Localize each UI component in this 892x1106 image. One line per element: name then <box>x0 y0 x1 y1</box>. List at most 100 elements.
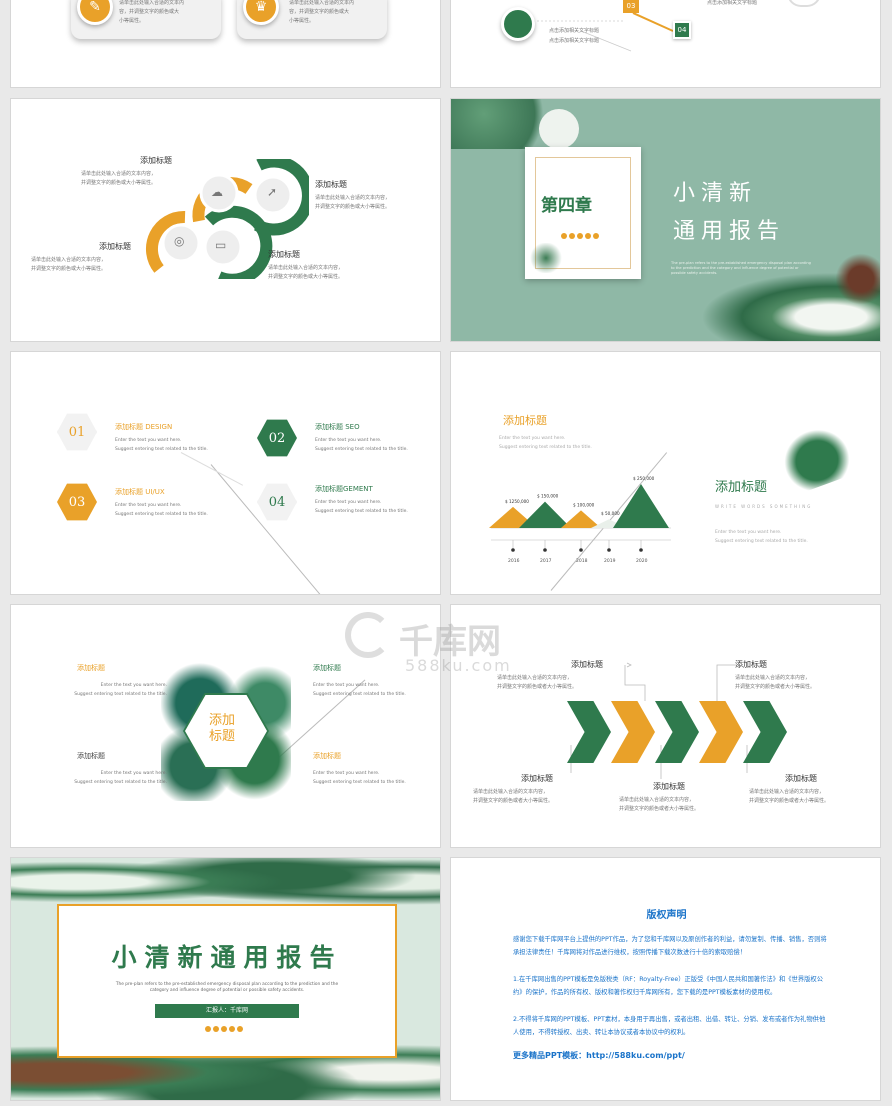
chart-peak-2018 <box>561 510 601 528</box>
slide-4[interactable]: 第四章 小清新 通用报告 The pre-plan refers to the … <box>450 98 881 342</box>
block-title: 添加标题 <box>77 664 105 672</box>
slide-3[interactable]: ☁ ➚ ◎ ▭ 添加标题 请单击此处输入合适的文本内容， 并调整文字的颜色或大小… <box>10 98 441 342</box>
step-block-1: 添加标题 请单击此处输入合适的文本内容， 并调整文字的颜色或者大小等属性。 <box>497 659 637 692</box>
slide-8[interactable]: 添加标题 请单击此处输入合适的文本内容， 并调整文字的颜色或者大小等属性。 添加… <box>450 604 881 848</box>
mountain-chart: $ 1250,000 2016 $ 150,000 2017 $ 100,000 2018… <box>489 476 671 562</box>
step-title: 添加标题 <box>653 782 685 791</box>
text-line: Enter the text you want here. <box>499 436 566 441</box>
main-title-line2: 通用报告 <box>673 219 786 244</box>
right-subtitle: WRITE WORDS SOMETHING <box>715 504 813 509</box>
copyright-p1: 感谢您下载千库网平台上提供的PPT作品，为了您和千库网以及原创作者的利益，请勿复… <box>513 936 827 956</box>
item-line: Enter the text you want here. <box>115 503 182 508</box>
left-text: Enter the text you want here. Suggest en… <box>499 434 592 452</box>
block-line: Suggest entering text related to the tit… <box>74 692 167 697</box>
ring-partial <box>787 0 821 7</box>
block-title: 添加标题 <box>268 250 300 259</box>
subtitle-line: category and influence degree of potenti… <box>149 988 305 993</box>
block-1: 添加标题 Enter the text you want here. Sugge… <box>47 663 167 699</box>
year-marker <box>607 548 611 552</box>
step-line: 并调整文字的颜色或者大小等属性。 <box>473 798 554 804</box>
year-marker <box>579 548 583 552</box>
block-line: Suggest entering text related to the tit… <box>313 780 406 785</box>
caption-2: 点击添加相关文字标题 <box>549 38 600 44</box>
block-line: Suggest entering text related to the tit… <box>313 692 406 697</box>
block-title: 添加标题 <box>140 156 172 165</box>
dot <box>213 1026 219 1032</box>
text-line: Suggest entering text related to the tit… <box>499 445 592 450</box>
block-line: 并调整文字的颜色或大小等属性。 <box>315 204 391 210</box>
green-dot <box>501 7 535 41</box>
item-03: 添加标题 UI/UX Enter the text you want here.… <box>115 487 245 519</box>
hex-04: 04 <box>257 483 297 521</box>
dot <box>577 233 583 239</box>
item-title: 添加标题 SEO <box>315 423 360 431</box>
step-line: 请单击此处输入合适的文本内容， <box>735 675 811 681</box>
hex-02: 02 <box>257 419 297 457</box>
cover-subtitle: The pre-plan refers to the pre-establish… <box>107 982 347 994</box>
data-label: $ 150,000 <box>537 494 559 499</box>
slide-1[interactable]: ✎ 请单击此处输入合适的文本内 容，并调整文字的颜色或大 小等属性。 ♛ 请单击… <box>10 0 441 88</box>
step-title: 添加标题 <box>571 660 603 669</box>
tick-label: 2019 <box>604 558 616 562</box>
tick-label: 2020 <box>636 558 648 562</box>
step-line: 并调整文字的颜色或者大小等属性。 <box>619 806 700 812</box>
block-title: 添加标题 <box>315 180 347 189</box>
step-block-5: 添加标题 请单击此处输入合适的文本内容， 并调整文字的颜色或者大小等属性。 <box>749 773 880 806</box>
step-line: 请单击此处输入合适的文本内容， <box>497 675 573 681</box>
item-title: 添加标题 UI/UX <box>115 488 165 496</box>
item-title: 添加标题GEMENT <box>315 485 373 493</box>
copyright-p2: 1.在千库网出售的PPT模板是免版税类（RF：Royalty-Free）正版受《… <box>513 976 824 996</box>
divider-line <box>180 452 244 486</box>
dot <box>221 1026 227 1032</box>
slide-10[interactable]: 版权声明 感谢您下载千库网平台上提供的PPT作品，为了您和千库网以及原创作者的利… <box>450 857 881 1101</box>
dots <box>205 1026 243 1032</box>
dot <box>593 233 599 239</box>
block-line: 并调整文字的颜色或大小等属性。 <box>268 274 344 280</box>
block-title: 添加标题 <box>99 242 131 251</box>
dot <box>237 1026 243 1032</box>
text-line: 小等属性。 <box>289 18 315 24</box>
text-line: 请单击此处输入合适的文本内 <box>289 0 355 6</box>
chart-peak-2017 <box>519 501 571 528</box>
block-top-right: 添加标题 请单击此处输入合适的文本内容， 并调整文字的颜色或大小等属性。 <box>315 179 435 212</box>
reporter-label: 汇报人：千库网 <box>155 1004 299 1018</box>
block-line: Enter the text you want here. <box>100 771 167 776</box>
item-line: Suggest entering text related to the tit… <box>315 447 408 452</box>
item-line: Suggest entering text related to the tit… <box>315 509 408 514</box>
tick-label: 2018 <box>576 558 588 562</box>
slide-2[interactable]: 03 04 点击添加相关文字标题 点击添加相关文字标题 点击添加相关文字标题 <box>450 0 881 88</box>
block-line: 请单击此处输入合适的文本内容， <box>315 195 391 201</box>
year-marker <box>511 548 515 552</box>
dot <box>561 233 567 239</box>
block-line: Enter the text you want here. <box>100 683 167 688</box>
slide-7[interactable]: 添加 标题 添加标题 Enter the text you want here.… <box>10 604 441 848</box>
step-block-3: 添加标题 请单击此处输入合适的文本内容， 并调整文字的颜色或者大小等属性。 <box>473 773 613 806</box>
chapter-card: 第四章 <box>525 147 641 279</box>
block-line: Enter the text you want here. <box>313 683 380 688</box>
top-caption: 点击添加相关文字标题 <box>707 0 758 6</box>
text-line: 容，并调整文字的颜色或大 <box>289 9 350 15</box>
item-01: 添加标题 DESIGN Enter the text you want here… <box>115 422 245 454</box>
step-line: 并调整文字的颜色或者大小等属性。 <box>749 798 830 804</box>
tick-label: 2016 <box>508 558 520 562</box>
data-label: $ 250,000 <box>633 476 655 481</box>
caption-1: 点击添加相关文字标题 <box>549 28 600 34</box>
block-line: 并调整文字的颜色或大小等属性。 <box>31 266 107 272</box>
data-label: $ 50,000 <box>601 511 620 516</box>
main-title-line1: 小清新 <box>673 181 758 206</box>
block-line: 请单击此处输入合适的文本内容， <box>31 257 107 263</box>
step-04-badge: 04 <box>673 21 691 39</box>
step-line: 请单击此处输入合适的文本内容， <box>473 789 549 795</box>
monstera-leaf-icon <box>775 420 857 496</box>
slide-9[interactable]: 小清新通用报告 The pre-plan refers to the pre-e… <box>10 857 441 1101</box>
card-leaf <box>529 243 563 273</box>
slide-5[interactable]: 01 添加标题 DESIGN Enter the text you want h… <box>10 351 441 595</box>
slide-6[interactable]: 添加标题 Enter the text you want here. Sugge… <box>450 351 881 595</box>
item-line: Enter the text you want here. <box>315 500 382 505</box>
step-title: 添加标题 <box>785 774 817 783</box>
more-templates-link[interactable]: 更多精品PPT模板：http://588ku.com/ppt/ <box>513 1050 685 1061</box>
card-2-text: 请单击此处输入合适的文本内 容，并调整文字的颜色或大 小等属性。 <box>289 0 389 26</box>
card-1-text: 请单击此处输入合适的文本内 容，并调整文字的颜色或大 小等属性。 <box>119 0 219 26</box>
item-02: 添加标题 SEO Enter the text you want here. S… <box>315 422 440 454</box>
hex-03: 03 <box>57 483 97 521</box>
